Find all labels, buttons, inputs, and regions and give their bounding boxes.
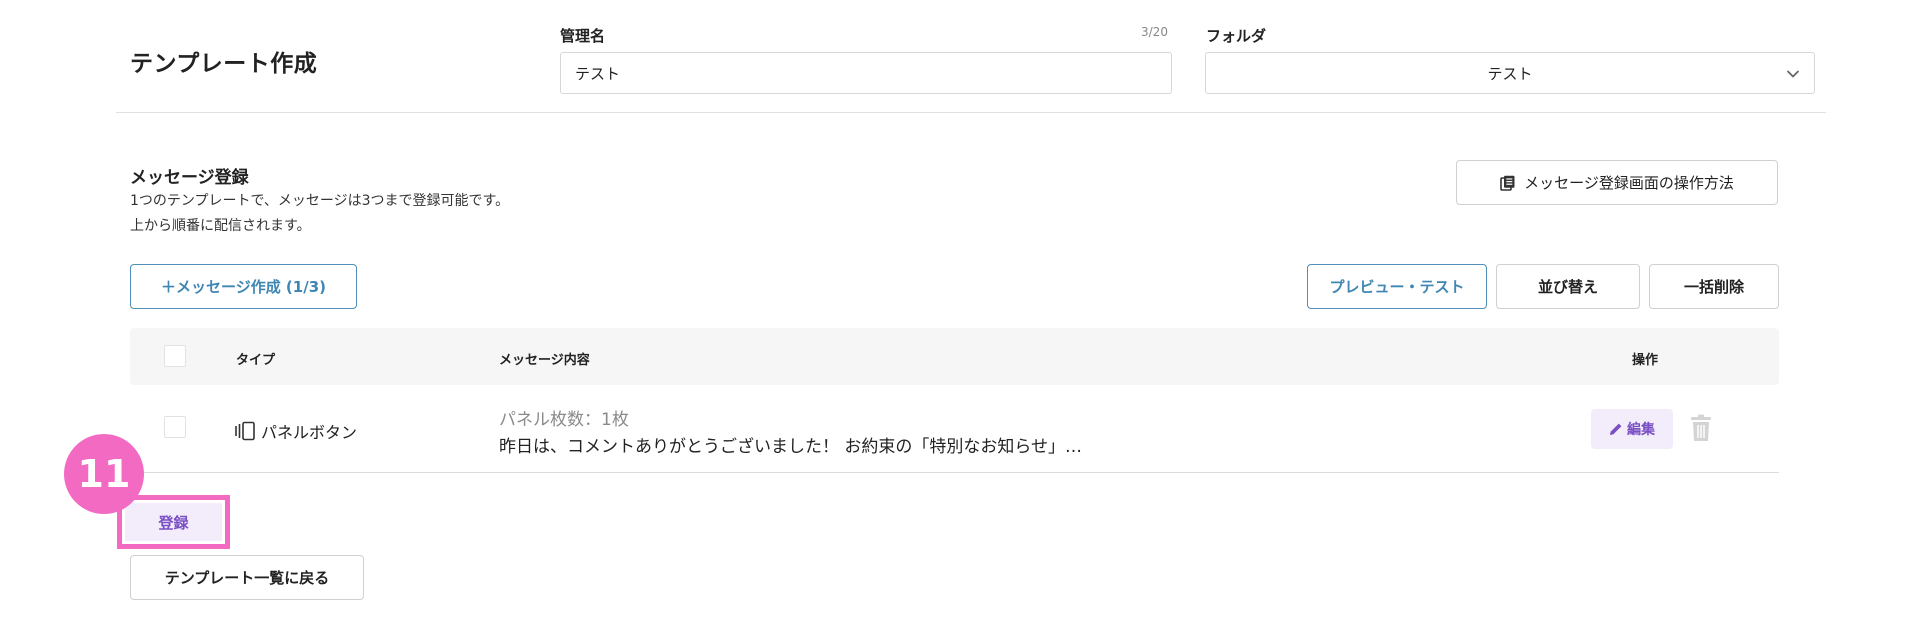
step-number-badge: 11 [64, 434, 144, 514]
register-button[interactable]: 登録 [125, 503, 222, 541]
section-desc-line1: 1つのテンプレートで、メッセージは3つまで登録可能です。 [130, 193, 510, 209]
edit-button-label: 編集 [1627, 422, 1655, 438]
table-row: パネルボタン パネル枚数：1枚 昨日は、コメントありがとうございました！ お約束… [130, 385, 1779, 473]
row-checkbox[interactable] [164, 416, 186, 438]
name-input[interactable] [560, 52, 1172, 94]
row-type-label: パネルボタン [261, 423, 358, 442]
row-content-sub: パネル枚数：1枚 [499, 410, 629, 430]
register-highlight: 登録 [117, 495, 230, 549]
edit-button[interactable]: 編集 [1591, 409, 1673, 449]
header-divider [116, 112, 1826, 113]
folder-select[interactable]: テスト [1205, 52, 1815, 94]
trash-icon[interactable] [1690, 414, 1712, 442]
header-content: メッセージ内容 [499, 353, 590, 368]
bulk-delete-button[interactable]: 一括削除 [1649, 264, 1779, 309]
folder-select-value: テスト [1487, 64, 1533, 83]
name-field-counter: 3/20 [1141, 25, 1168, 39]
table-header: タイプ メッセージ内容 操作 [130, 328, 1779, 385]
pencil-icon [1610, 423, 1622, 435]
section-title: メッセージ登録 [130, 168, 249, 188]
operation-guide-button[interactable]: メッセージ登録画面の操作方法 [1456, 160, 1778, 205]
row-type: パネルボタン [234, 419, 357, 443]
operation-guide-label: メッセージ登録画面の操作方法 [1524, 174, 1734, 192]
header-type: タイプ [236, 353, 276, 368]
page-title: テンプレート作成 [130, 51, 318, 77]
name-field-label: 管理名 [560, 27, 606, 45]
preview-test-button[interactable]: プレビュー・テスト [1307, 264, 1487, 309]
sort-button[interactable]: 並び替え [1496, 264, 1640, 309]
row-content-main: 昨日は、コメントありがとうございました！ お約束の「特別なお知らせ」… [499, 437, 1083, 457]
select-all-checkbox[interactable] [164, 345, 186, 367]
book-icon [1500, 175, 1515, 191]
panel-carousel-icon [235, 421, 255, 441]
create-message-button[interactable]: ＋メッセージ作成 (1/3) [130, 264, 357, 309]
back-to-list-button[interactable]: テンプレート一覧に戻る [130, 555, 364, 600]
chevron-down-icon [1787, 70, 1799, 78]
folder-field-label: フォルダ [1206, 27, 1267, 45]
section-desc-line2: 上から順番に配信されます。 [130, 218, 311, 234]
header-action: 操作 [1632, 353, 1659, 368]
